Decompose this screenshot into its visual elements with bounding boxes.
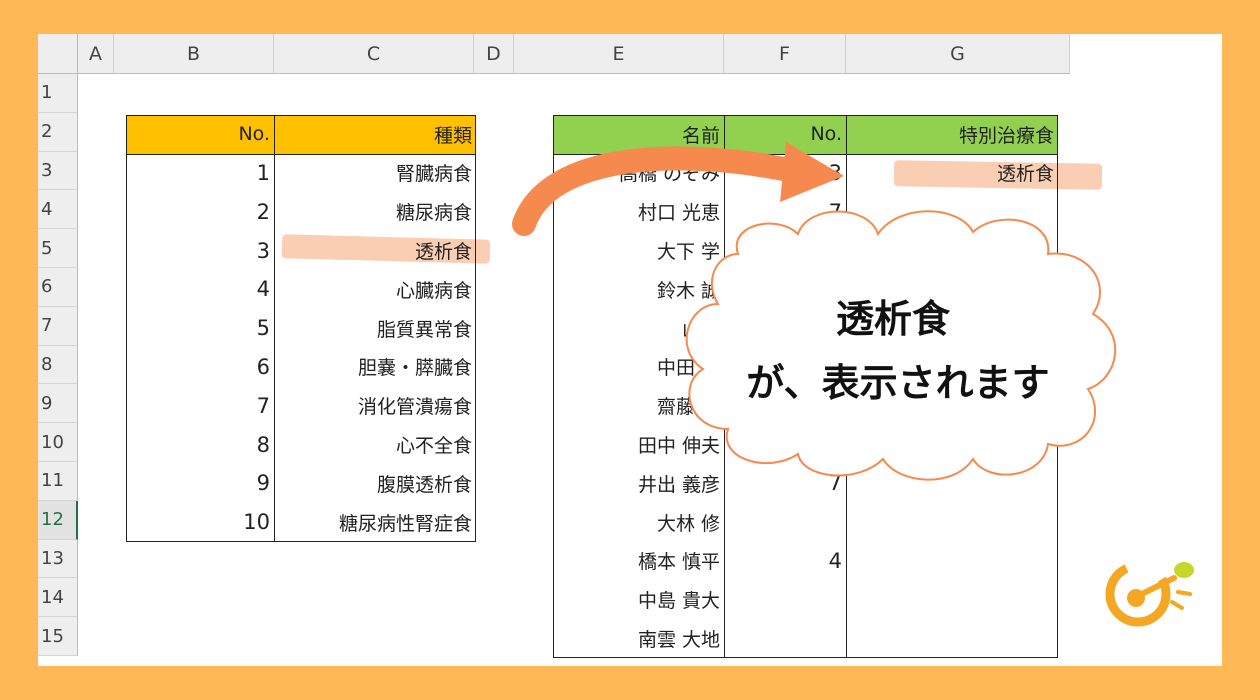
callout-line1: 透析食 bbox=[835, 297, 950, 341]
annotation-layer bbox=[512, 142, 1194, 627]
page-background: { "columns": ["A", "B", "C", "D", "E", "… bbox=[0, 0, 1260, 700]
spoon-logo-icon bbox=[1105, 561, 1194, 627]
callout-cloud bbox=[685, 210, 1117, 481]
spreadsheet: ABCDEFG 1 2 3 4 5 6 7 8 9 10 11 12 13 14 15 No. 種類 1 腎臓病食… bbox=[38, 34, 1222, 666]
arrow-head bbox=[780, 142, 844, 202]
curved-arrow bbox=[512, 146, 810, 236]
callout-line2: が、表示されます bbox=[746, 361, 1050, 405]
